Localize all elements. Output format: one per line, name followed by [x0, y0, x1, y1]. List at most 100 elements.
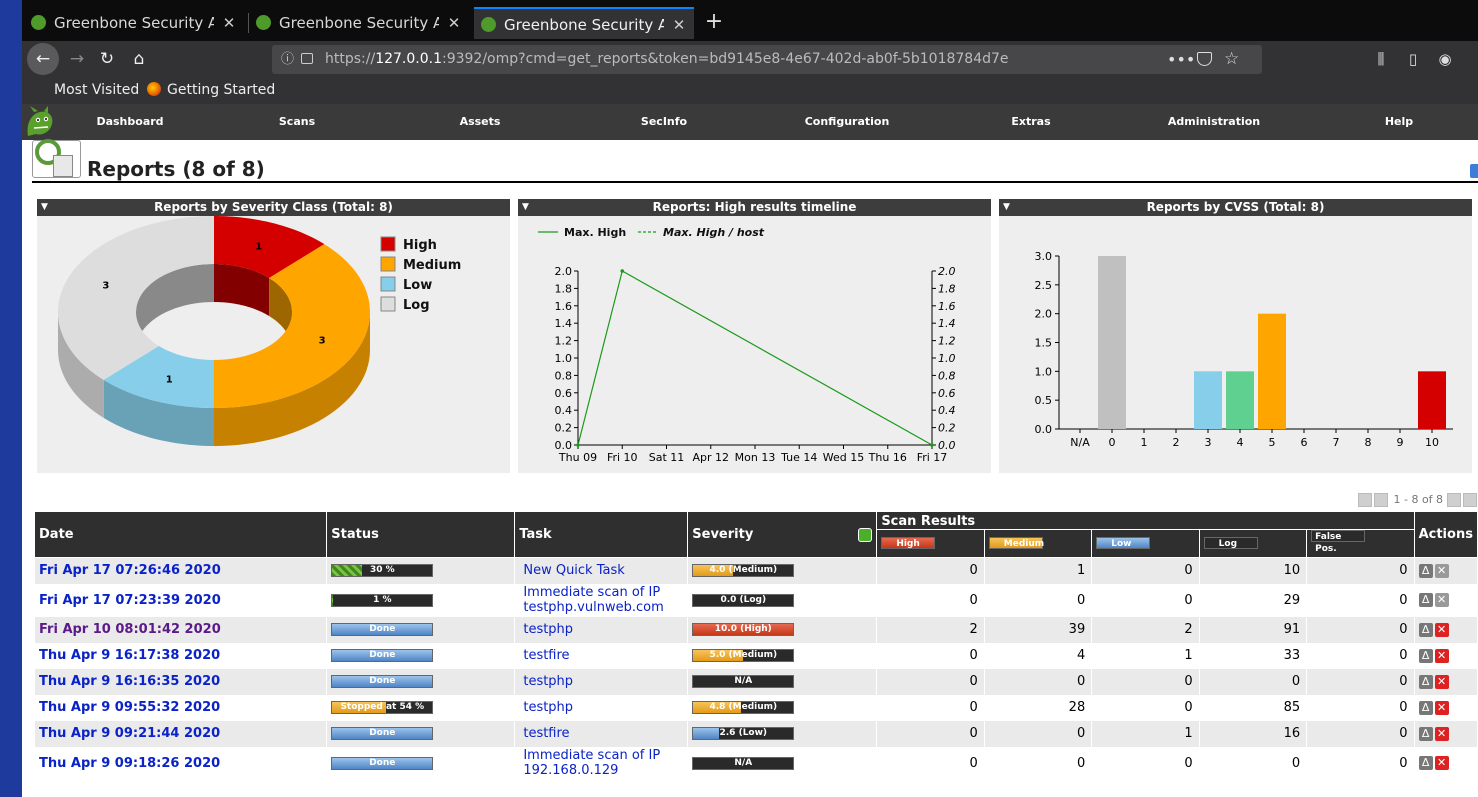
- delete-icon[interactable]: ✕: [1434, 700, 1449, 715]
- browser-tab-2[interactable]: Greenbone Security Assistant ✕: [249, 7, 469, 39]
- delta-icon[interactable]: Δ: [1418, 648, 1433, 663]
- report-date-link[interactable]: Fri Apr 17 07:26:46 2020: [39, 563, 221, 578]
- status-progress-bar: Done: [331, 675, 434, 688]
- x-tick-label: Fri 17: [917, 451, 948, 464]
- panel-menu-arrow-icon[interactable]: ▼: [41, 199, 48, 216]
- x-tick-label: 6: [1301, 436, 1308, 449]
- report-date-link[interactable]: Thu Apr 9 16:17:38 2020: [39, 648, 220, 663]
- account-icon[interactable]: ◉: [1434, 45, 1456, 73]
- column-date[interactable]: Date: [33, 511, 328, 558]
- column-medium[interactable]: Medium: [983, 529, 1093, 558]
- menu-dashboard[interactable]: Dashboard: [96, 104, 163, 140]
- delta-icon[interactable]: Δ: [1418, 756, 1433, 770]
- task-link[interactable]: Immediate scan of IP 192.168.0.129: [519, 748, 679, 778]
- wizard-icon[interactable]: [1470, 164, 1478, 178]
- column-low[interactable]: Low: [1091, 529, 1200, 558]
- high-count: 0: [876, 668, 985, 695]
- high-count: 0: [876, 642, 985, 669]
- column-false-pos[interactable]: False Pos.: [1306, 529, 1415, 558]
- delete-icon[interactable]: ✕: [1434, 756, 1449, 770]
- close-tab-icon[interactable]: ✕: [447, 7, 461, 39]
- menu-secinfo[interactable]: SecInfo: [641, 104, 687, 140]
- last-page-icon[interactable]: [1462, 493, 1477, 507]
- refresh-icon[interactable]: [858, 528, 873, 542]
- delete-icon[interactable]: ✕: [1434, 674, 1449, 689]
- task-link[interactable]: New Quick Task: [519, 563, 679, 578]
- new-tab-button[interactable]: +: [702, 8, 726, 36]
- close-tab-icon[interactable]: ✕: [672, 9, 686, 39]
- menu-help[interactable]: Help: [1385, 104, 1413, 140]
- delta-icon[interactable]: Δ: [1418, 674, 1433, 689]
- menu-assets[interactable]: Assets: [460, 104, 501, 140]
- delete-icon[interactable]: ✕: [1434, 648, 1449, 663]
- first-page-icon[interactable]: [1358, 493, 1372, 507]
- url-text[interactable]: https://127.0.0.1:9392/omp?cmd=get_repor…: [325, 45, 1009, 74]
- task-link[interactable]: testphp: [519, 674, 679, 689]
- insecure-lock-icon[interactable]: [301, 53, 313, 64]
- delta-icon[interactable]: Δ: [1418, 563, 1433, 578]
- delta-icon[interactable]: Δ: [1418, 593, 1433, 607]
- library-icon[interactable]: ⫼: [1370, 45, 1392, 73]
- browser-tab-1[interactable]: Greenbone Security Assistant ✕: [24, 7, 244, 39]
- previous-page-icon[interactable]: [1374, 493, 1388, 507]
- report-date-link[interactable]: Fri Apr 10 08:01:42 2020: [39, 622, 221, 637]
- forward-button[interactable]: →: [62, 45, 92, 73]
- table-row: Thu Apr 9 09:21:44 2020 Done testfire 2.6 (…: [33, 720, 1478, 747]
- sidebar-icon[interactable]: ▯: [1402, 45, 1424, 73]
- report-date-link[interactable]: Thu Apr 9 09:55:32 2020: [39, 700, 220, 715]
- delta-icon[interactable]: Δ: [1418, 700, 1433, 715]
- delta-icon[interactable]: Δ: [1418, 726, 1433, 741]
- back-button[interactable]: ←: [27, 43, 59, 75]
- log-count: 91: [1198, 616, 1308, 643]
- panel-menu-arrow-icon[interactable]: ▼: [1003, 199, 1010, 216]
- menu-administration[interactable]: Administration: [1168, 104, 1260, 140]
- menu-configuration[interactable]: Configuration: [805, 104, 890, 140]
- reload-button[interactable]: ↻: [92, 45, 122, 73]
- status-progress-bar: Done: [331, 649, 434, 662]
- task-link[interactable]: testphp: [519, 700, 679, 715]
- delete-icon[interactable]: ✕: [1434, 593, 1449, 607]
- greenbone-logo-icon[interactable]: [24, 106, 56, 140]
- actions-cell: Δ ✕: [1413, 694, 1478, 721]
- task-link[interactable]: testphp: [519, 622, 679, 637]
- bookmark-getting-started[interactable]: Getting Started: [147, 77, 275, 104]
- actions-cell: Δ ✕: [1413, 668, 1478, 695]
- panel-menu-arrow-icon[interactable]: ▼: [522, 199, 529, 216]
- pocket-icon[interactable]: [1197, 52, 1212, 66]
- report-date-link[interactable]: Thu Apr 9 16:16:35 2020: [39, 674, 220, 689]
- task-link[interactable]: Immediate scan of IP testphp.vulnweb.com: [519, 585, 679, 615]
- status-progress-bar: Done: [331, 727, 434, 740]
- report-date-link[interactable]: Fri Apr 17 07:23:39 2020: [39, 593, 221, 608]
- column-severity[interactable]: Severity: [687, 511, 878, 558]
- next-page-icon[interactable]: [1446, 493, 1461, 507]
- column-status[interactable]: Status: [326, 511, 516, 558]
- column-high[interactable]: High: [876, 529, 985, 558]
- page-actions-icon[interactable]: •••: [1167, 45, 1195, 74]
- bookmark-most-visited[interactable]: Most Visited: [54, 77, 139, 104]
- menu-extras[interactable]: Extras: [1011, 104, 1050, 140]
- column-log[interactable]: Log: [1198, 529, 1308, 558]
- task-link[interactable]: testfire: [519, 726, 679, 741]
- low-count: 0: [1091, 557, 1200, 584]
- close-tab-icon[interactable]: ✕: [222, 7, 236, 39]
- delete-icon[interactable]: ✕: [1434, 726, 1449, 741]
- info-icon[interactable]: ⓘ: [281, 45, 294, 74]
- column-task[interactable]: Task: [514, 511, 689, 558]
- task-link[interactable]: testfire: [519, 648, 679, 663]
- severity-bar: N/A: [692, 675, 795, 688]
- legend-label-max-high: Max. High: [564, 226, 626, 239]
- y-tick-label-right: 1.8: [938, 282, 956, 295]
- delete-icon[interactable]: ✕: [1434, 563, 1449, 578]
- y-tick-label: 0.5: [1035, 394, 1053, 407]
- home-button[interactable]: ⌂: [124, 45, 154, 73]
- delta-icon[interactable]: Δ: [1418, 622, 1433, 637]
- delete-icon[interactable]: ✕: [1434, 622, 1449, 637]
- report-date-link[interactable]: Thu Apr 9 09:18:26 2020: [39, 756, 220, 771]
- browser-tab-3[interactable]: Greenbone Security Assistant ✕: [474, 7, 694, 39]
- menu-scans[interactable]: Scans: [279, 104, 315, 140]
- report-date-link[interactable]: Thu Apr 9 09:21:44 2020: [39, 726, 220, 741]
- x-tick-label: 10: [1425, 436, 1439, 449]
- url-bar[interactable]: ⓘ https://127.0.0.1:9392/omp?cmd=get_rep…: [272, 45, 1262, 74]
- y-tick-label: 0.6: [555, 387, 573, 400]
- bookmark-star-icon[interactable]: ☆: [1224, 45, 1239, 74]
